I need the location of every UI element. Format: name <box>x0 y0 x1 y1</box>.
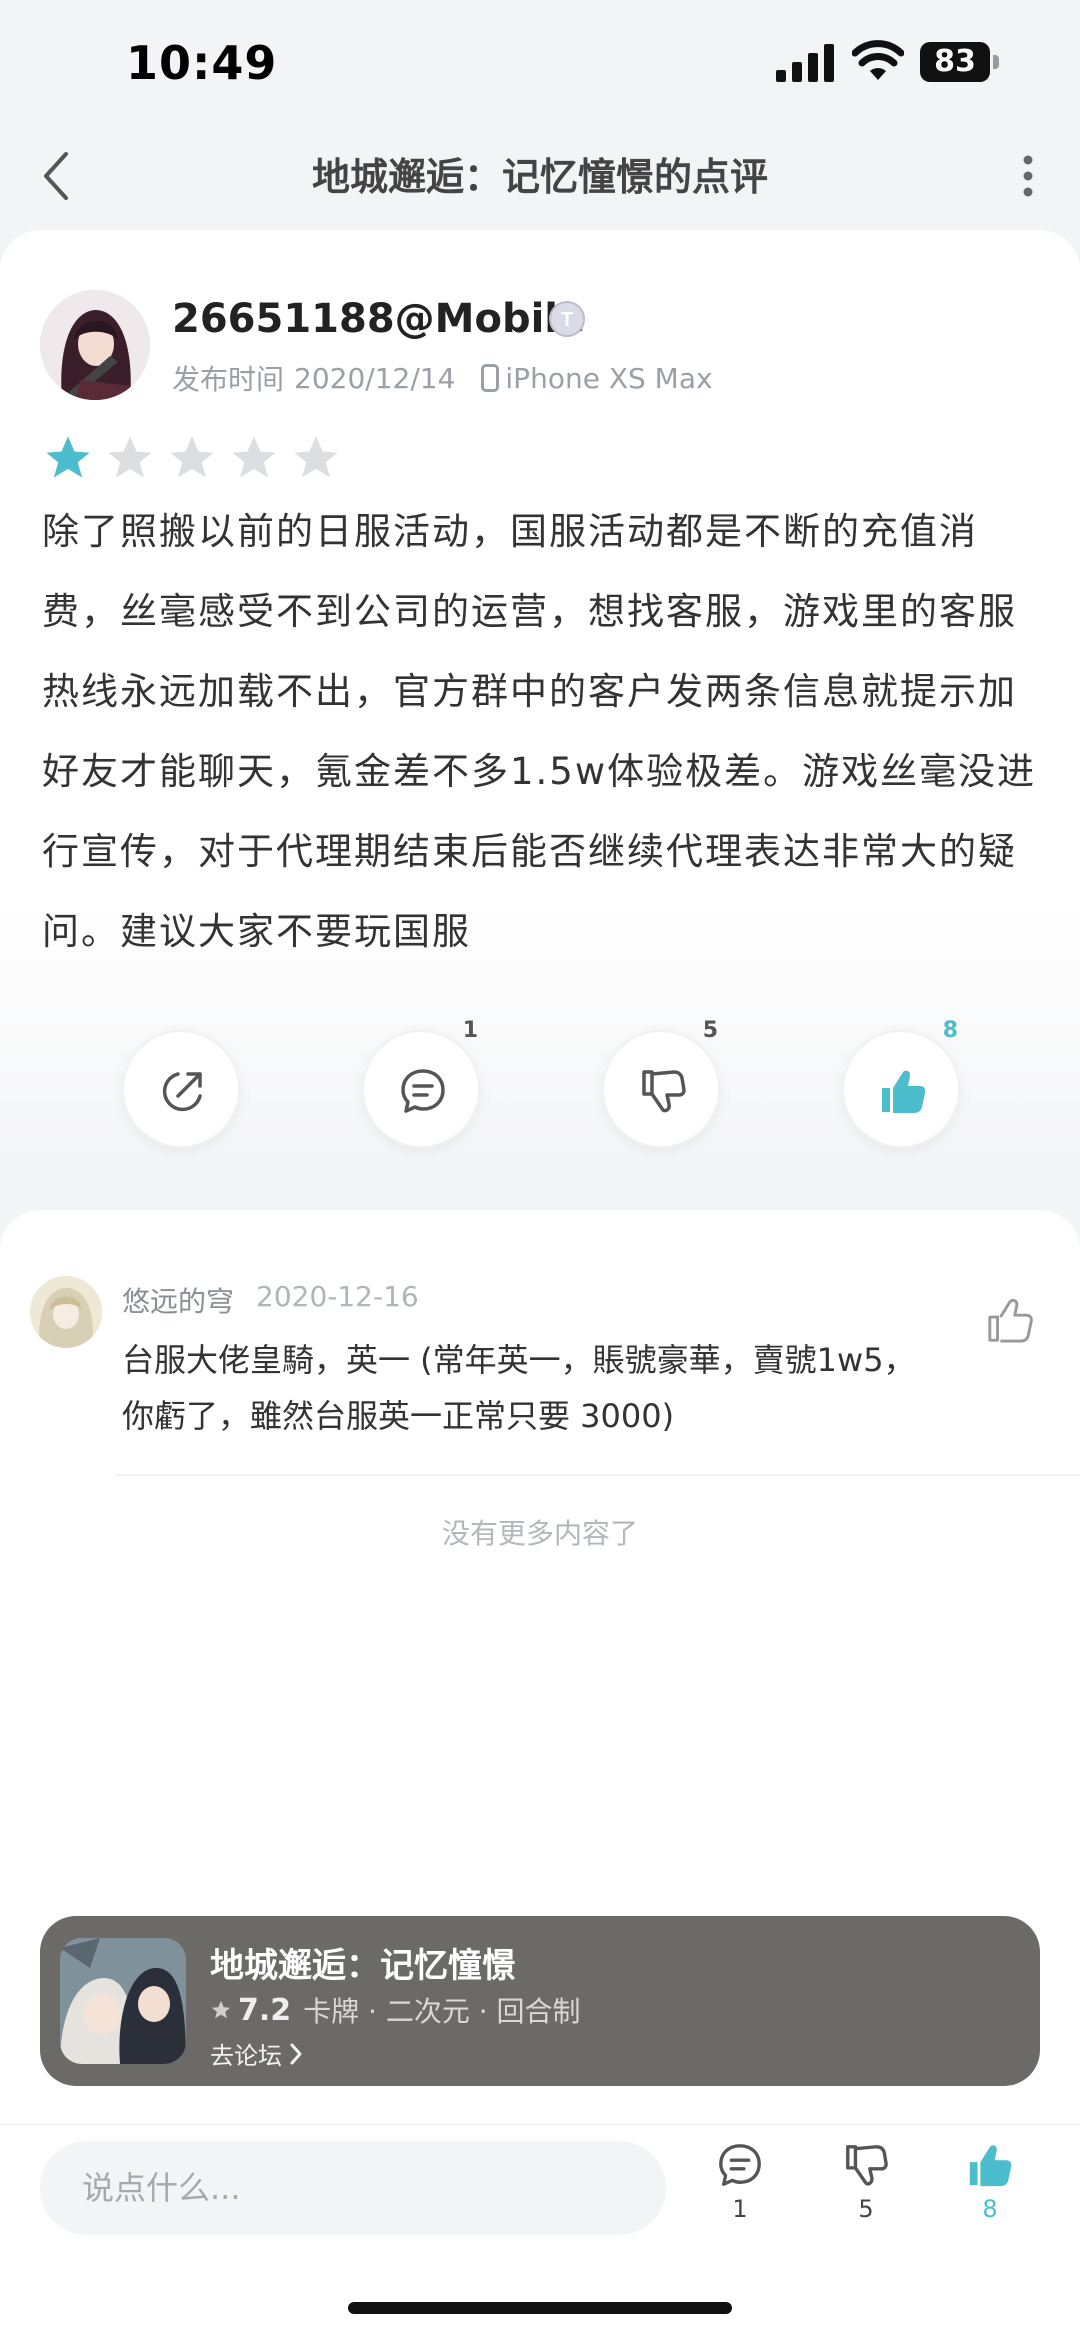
bottom-dislike-count: 5 <box>858 2195 874 2223</box>
review-meta: 发布时间 2020/12/14 iPhone XS Max <box>172 358 713 398</box>
star-filled-icon <box>46 436 90 478</box>
review-card: 26651188@Mobile T 发布时间 2020/12/14 iPhone… <box>0 230 1080 1190</box>
bottom-comment-button[interactable]: 1 <box>700 2141 780 2223</box>
thumbs-up-icon <box>969 2145 1012 2187</box>
svg-text:T: T <box>561 309 573 331</box>
dislike-count: 5 <box>702 1018 718 1043</box>
star-empty-icon <box>170 436 214 478</box>
published-label: 发布时间 <box>172 363 285 396</box>
forum-link[interactable]: 去论坛 <box>210 2036 306 2071</box>
bottom-like-button[interactable]: 8 <box>950 2141 1030 2223</box>
commenter-avatar[interactable] <box>30 1276 102 1348</box>
like-count: 8 <box>942 1018 958 1043</box>
like-button[interactable]: 8 <box>842 1018 960 1148</box>
star-empty-icon <box>108 436 152 478</box>
comment-input[interactable] <box>40 2141 666 2235</box>
review-text: 除了照搬以前的日服活动，国服活动都是不断的充值消费，丝毫感受不到公司的运营，想找… <box>42 510 1037 953</box>
published-date: 2020/12/14 <box>294 361 456 395</box>
review-actions: 1 5 8 <box>0 1018 1080 1150</box>
star-empty-icon <box>294 436 338 478</box>
star-empty-icon <box>232 436 276 478</box>
game-meta: 7.2 卡牌 · 二次元 · 回合制 <box>210 1990 581 2030</box>
comment-icon <box>719 2144 761 2186</box>
wifi-icon <box>852 40 904 80</box>
forum-link-label: 去论坛 <box>210 2042 282 2070</box>
thumbs-up-icon <box>882 1070 926 1113</box>
chevron-right-icon <box>290 2043 302 2064</box>
bottom-comment-count: 1 <box>732 2195 748 2223</box>
comment-date: 2020-12-16 <box>256 1280 419 1313</box>
nav-bar: 地城邂逅：记忆憧憬的点评 <box>0 120 1080 230</box>
battery-icon: 83 <box>920 42 1000 82</box>
game-banner[interactable]: 地城邂逅：记忆憧憬 7.2 卡牌 · 二次元 · 回合制 去论坛 <box>40 1916 1040 2086</box>
game-rating: 7.2 <box>238 1992 292 2028</box>
bottom-dislike-button[interactable]: 5 <box>826 2141 906 2223</box>
phone-icon <box>481 364 500 392</box>
more-options-icon[interactable] <box>1016 146 1040 206</box>
comment-button[interactable]: 1 <box>362 1018 480 1148</box>
page-title: 地城邂逅：记忆憧憬的点评 <box>311 155 768 199</box>
comment-icon <box>401 1069 445 1113</box>
comment-text: 台服大佬皇騎，英一 (常年英一，賬號豪華，賣號1w5，你虧了，雖然台服英一正常只… <box>122 1341 916 1435</box>
game-name: 地城邂逅：记忆憧憬 <box>210 1946 516 1986</box>
star-icon <box>211 2000 231 2019</box>
status-bar: 10:49 83 <box>0 0 1080 120</box>
battery-level: 83 <box>920 42 990 82</box>
thumbs-down-icon <box>642 1070 686 1113</box>
dislike-button[interactable]: 5 <box>602 1018 720 1148</box>
status-time: 10:49 <box>126 36 278 90</box>
bottom-like-count: 8 <box>982 2195 998 2223</box>
rating-stars <box>42 432 342 484</box>
comment-like-icon[interactable] <box>986 1296 1034 1344</box>
game-tags: 卡牌 · 二次元 · 回合制 <box>303 1995 581 2028</box>
game-cover <box>60 1938 186 2064</box>
author-avatar[interactable] <box>40 290 150 400</box>
user-level-badge-icon: T <box>549 301 585 337</box>
author-name[interactable]: 26651188@Mobile <box>172 296 585 342</box>
no-more-content: 没有更多内容了 <box>441 1517 638 1550</box>
comment-count: 1 <box>462 1018 478 1043</box>
home-indicator <box>348 2302 732 2314</box>
thumbs-down-icon <box>846 2145 888 2186</box>
share-button[interactable] <box>122 1030 240 1148</box>
share-icon <box>162 1072 202 1112</box>
divider <box>116 1474 1080 1476</box>
device-name: iPhone XS Max <box>505 361 713 395</box>
commenter-name[interactable]: 悠远的穹 <box>122 1280 234 1320</box>
signal-icon <box>776 44 834 82</box>
